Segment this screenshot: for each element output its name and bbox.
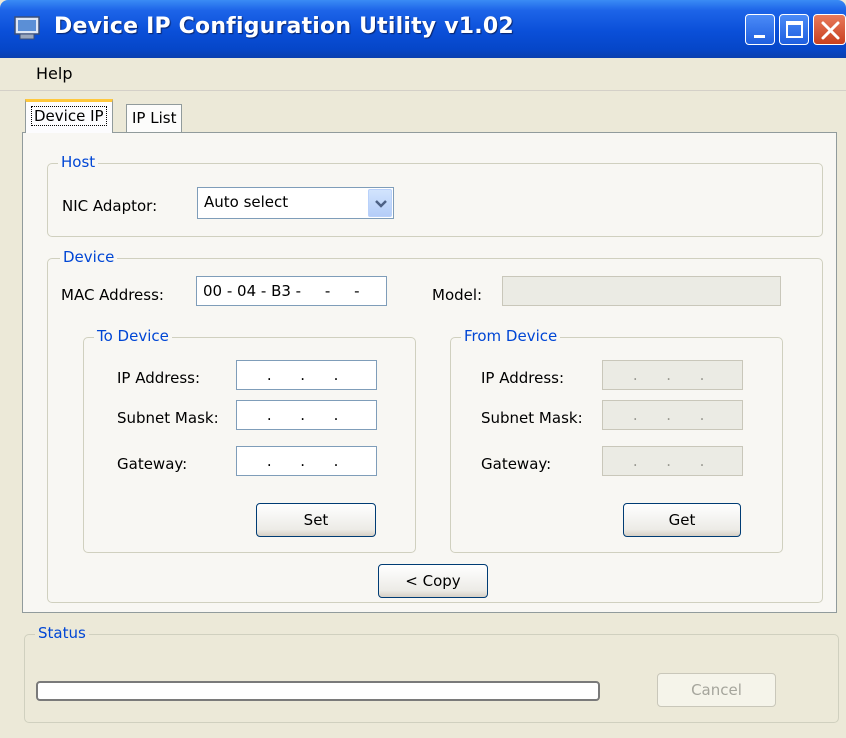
cancel-button: Cancel <box>657 673 776 707</box>
tab-device-ip-label: Device IP <box>31 106 107 126</box>
status-group-title: Status <box>35 624 89 642</box>
tab-panel-device-ip: Host NIC Adaptor: Auto select Device MAC… <box>22 132 837 613</box>
tab-device-ip[interactable]: Device IP <box>25 99 113 133</box>
mac-address-input[interactable]: 00 - 04 - B3 - - - <box>196 276 387 306</box>
get-button[interactable]: Get <box>623 503 741 537</box>
status-progress-bar <box>36 681 600 701</box>
chevron-down-icon[interactable] <box>368 189 392 217</box>
to-device-group: To Device IP Address: . . . Subnet Mask:… <box>83 327 416 553</box>
menu-help[interactable]: Help <box>36 64 72 83</box>
from-gateway-field: . . . <box>602 446 743 476</box>
title-bar[interactable]: Device IP Configuration Utility v1.02 <box>0 0 846 58</box>
nic-adaptor-select[interactable]: Auto select <box>197 187 394 219</box>
from-ip-address-label: IP Address: <box>481 369 565 387</box>
device-group: Device MAC Address: 00 - 04 - B3 - - - M… <box>47 248 823 603</box>
to-subnet-mask-input[interactable]: . . . <box>236 400 377 430</box>
copy-button[interactable]: < Copy <box>378 564 488 598</box>
maximize-icon[interactable] <box>779 14 809 45</box>
to-gateway-label: Gateway: <box>117 455 188 473</box>
set-button[interactable]: Set <box>256 503 376 537</box>
from-ip-address-field: . . . <box>602 360 743 390</box>
tab-ip-list-label: IP List <box>132 109 177 127</box>
minimize-icon[interactable] <box>745 14 775 45</box>
from-device-group-title: From Device <box>461 327 561 345</box>
to-ip-address-input[interactable]: . . . <box>236 360 377 390</box>
from-gateway-label: Gateway: <box>481 455 552 473</box>
mac-address-label: MAC Address: <box>61 286 164 304</box>
nic-adaptor-value: Auto select <box>204 193 289 211</box>
to-subnet-mask-label: Subnet Mask: <box>117 409 219 427</box>
to-ip-address-label: IP Address: <box>117 369 201 387</box>
nic-adaptor-label: NIC Adaptor: <box>62 197 158 215</box>
to-device-group-title: To Device <box>94 327 172 345</box>
model-label: Model: <box>432 286 483 304</box>
app-icon[interactable] <box>14 16 40 40</box>
from-subnet-mask-label: Subnet Mask: <box>481 409 583 427</box>
window-title: Device IP Configuration Utility v1.02 <box>54 14 514 39</box>
menu-bar: Help <box>0 58 846 91</box>
host-group: Host NIC Adaptor: Auto select <box>47 153 823 237</box>
model-field <box>502 276 781 306</box>
from-device-group: From Device IP Address: . . . Subnet Mas… <box>450 327 783 553</box>
tab-ip-list[interactable]: IP List <box>126 104 183 132</box>
device-group-title: Device <box>60 248 118 266</box>
from-subnet-mask-field: . . . <box>602 400 743 430</box>
to-gateway-input[interactable]: . . . <box>236 446 377 476</box>
host-group-title: Host <box>58 153 99 171</box>
close-icon[interactable] <box>813 14 846 45</box>
